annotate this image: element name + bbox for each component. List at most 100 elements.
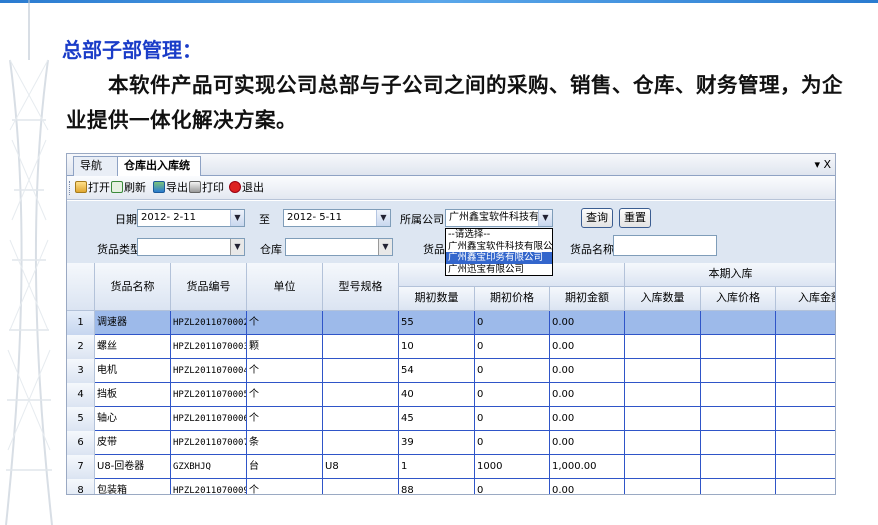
reset-button[interactable]: 重置	[619, 208, 651, 228]
goods-name-input[interactable]	[613, 235, 717, 256]
table-cell[interactable]	[323, 383, 399, 407]
column-header[interactable]: 入库数量	[625, 287, 701, 311]
table-cell[interactable]	[701, 335, 776, 359]
table-cell[interactable]: 45	[399, 407, 475, 431]
table-cell[interactable]: 1000	[475, 455, 550, 479]
warehouse-select[interactable]: ▼	[285, 238, 393, 256]
table-cell[interactable]	[776, 335, 835, 359]
table-cell[interactable]: 0	[475, 359, 550, 383]
table-cell[interactable]: 55	[399, 311, 475, 335]
table-cell[interactable]: 颗	[247, 335, 323, 359]
table-cell[interactable]: 0	[475, 335, 550, 359]
open-button[interactable]: 打开	[75, 180, 110, 196]
table-cell[interactable]: 台	[247, 455, 323, 479]
table-row[interactable]: 5 轴心 HPZL2011070006 个 45 0 0.00	[67, 407, 835, 431]
company-select[interactable]: 广州鑫宝软件科技有限 ▼	[445, 209, 553, 227]
refresh-button[interactable]: 刷新	[111, 180, 146, 196]
table-cell[interactable]	[323, 407, 399, 431]
table-cell[interactable]	[625, 335, 701, 359]
table-cell[interactable]: 包装箱	[95, 479, 171, 494]
table-cell[interactable]	[323, 359, 399, 383]
table-cell[interactable]: HPZL2011070007	[171, 431, 247, 455]
toolbar-grip-handle[interactable]	[69, 181, 72, 195]
column-header[interactable]: 单位	[247, 263, 323, 311]
table-cell[interactable]	[701, 455, 776, 479]
column-header[interactable]: 货品编号	[171, 263, 247, 311]
table-cell[interactable]: 螺丝	[95, 335, 171, 359]
row-number-cell[interactable]: 8	[67, 479, 95, 494]
table-cell[interactable]: 0	[475, 407, 550, 431]
table-cell[interactable]: 88	[399, 479, 475, 494]
table-cell[interactable]: 0.00	[550, 407, 625, 431]
row-number-cell[interactable]: 6	[67, 431, 95, 455]
table-cell[interactable]: 1	[399, 455, 475, 479]
category-select[interactable]: ▼	[137, 238, 245, 256]
row-number-cell[interactable]: 7	[67, 455, 95, 479]
table-cell[interactable]: 电机	[95, 359, 171, 383]
row-number-cell[interactable]: 4	[67, 383, 95, 407]
row-number-cell[interactable]: 5	[67, 407, 95, 431]
table-cell[interactable]: 10	[399, 335, 475, 359]
table-cell[interactable]	[776, 359, 835, 383]
table-row[interactable]: ▸1调速器HPZL2011070002个5500.00	[67, 311, 835, 335]
print-button[interactable]: 打印	[189, 180, 224, 196]
table-cell[interactable]	[701, 383, 776, 407]
table-cell[interactable]: 0	[475, 431, 550, 455]
query-button[interactable]: 查询	[581, 208, 613, 228]
table-cell[interactable]: U8-回卷器	[95, 455, 171, 479]
table-cell[interactable]	[776, 431, 835, 455]
table-cell[interactable]	[701, 479, 776, 494]
table-cell[interactable]	[776, 311, 835, 335]
company-dropdown-list[interactable]: --请选择-- 广州鑫宝软件科技有限公司 广州鑫宝印务有限公司 广州迅宝有限公司	[445, 228, 553, 276]
tab-navigation[interactable]: 导航图	[73, 156, 119, 190]
table-row[interactable]: 6 皮带 HPZL2011070007 条 39 0 0.00	[67, 431, 835, 455]
table-cell[interactable]: 个	[247, 407, 323, 431]
table-cell[interactable]	[323, 431, 399, 455]
column-header[interactable]: 货品名称	[95, 263, 171, 311]
table-cell[interactable]	[625, 479, 701, 494]
table-cell[interactable]: 0.00	[550, 383, 625, 407]
row-number-cell[interactable]: 3	[67, 359, 95, 383]
table-cell[interactable]	[776, 383, 835, 407]
table-cell[interactable]: 1,000.00	[550, 455, 625, 479]
column-header[interactable]: 入库金额	[776, 287, 835, 311]
table-cell[interactable]	[625, 359, 701, 383]
table-cell[interactable]: GZXBHJQ	[171, 455, 247, 479]
column-header[interactable]: 期初价格	[475, 287, 550, 311]
column-header[interactable]: 期初数量	[399, 287, 475, 311]
table-cell[interactable]: HPZL2011070009	[171, 479, 247, 494]
table-cell[interactable]: HPZL2011070006	[171, 407, 247, 431]
tab-warehouse-stats[interactable]: 仓库出入库统计	[117, 156, 201, 190]
table-row[interactable]: 3 电机 HPZL2011070004 个 54 0 0.00	[67, 359, 835, 383]
exit-button[interactable]: 退出	[229, 180, 264, 196]
table-cell[interactable]: 0	[475, 479, 550, 494]
table-cell[interactable]: 挡板	[95, 383, 171, 407]
table-cell[interactable]	[776, 407, 835, 431]
column-header[interactable]: 期初金额	[550, 287, 625, 311]
table-cell[interactable]: 54	[399, 359, 475, 383]
table-cell[interactable]	[625, 407, 701, 431]
company-option[interactable]: 广州迅宝有限公司	[446, 264, 552, 276]
table-cell[interactable]	[701, 407, 776, 431]
date-from-picker[interactable]: 2012- 2-11 ▼	[137, 209, 245, 227]
date-to-picker[interactable]: 2012- 5-11 ▼	[283, 209, 391, 227]
table-cell[interactable]: 皮带	[95, 431, 171, 455]
table-cell[interactable]: 0	[475, 383, 550, 407]
table-cell[interactable]	[776, 455, 835, 479]
table-row[interactable]: 2 螺丝 HPZL2011070003 颗 10 0 0.00	[67, 335, 835, 359]
row-number-cell[interactable]: 1	[67, 311, 95, 335]
table-cell[interactable]	[323, 335, 399, 359]
table-cell[interactable]	[701, 311, 776, 335]
company-option[interactable]: 广州鑫宝软件科技有限公司	[446, 241, 552, 253]
table-cell[interactable]: HPZL2011070003	[171, 335, 247, 359]
table-cell[interactable]: 个	[247, 311, 323, 335]
column-header[interactable]: 入库价格	[701, 287, 776, 311]
table-cell[interactable]: 条	[247, 431, 323, 455]
table-cell[interactable]: 40	[399, 383, 475, 407]
table-row[interactable]: 8 包装箱 HPZL2011070009 个 88 0 0.00	[67, 479, 835, 494]
table-cell[interactable]: 轴心	[95, 407, 171, 431]
table-cell[interactable]: 39	[399, 431, 475, 455]
table-cell[interactable]	[701, 359, 776, 383]
table-cell[interactable]: 个	[247, 383, 323, 407]
table-row[interactable]: 7 U8-回卷器 GZXBHJQ 台 U8 1 1000 1,000.00	[67, 455, 835, 479]
